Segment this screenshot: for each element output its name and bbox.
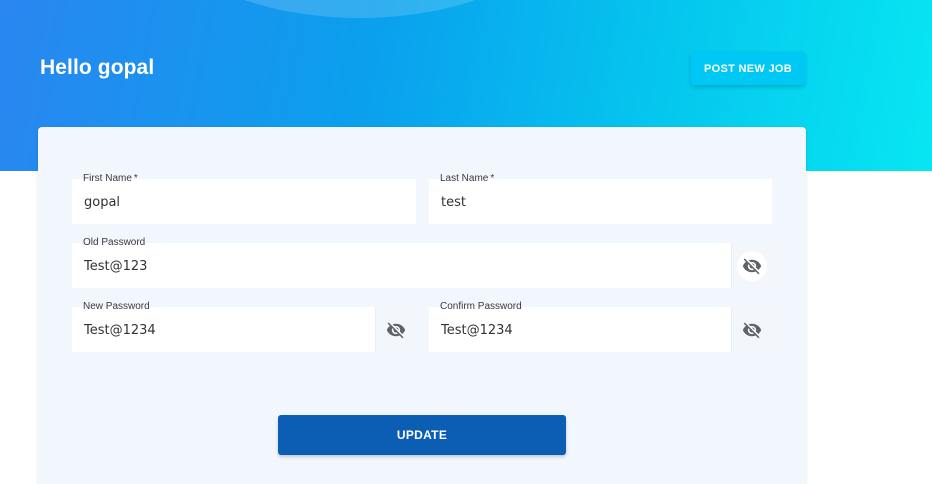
- old-password-field: Old Password: [72, 237, 772, 288]
- old-password-visibility-toggle[interactable]: [731, 243, 772, 288]
- first-name-input[interactable]: [84, 193, 368, 211]
- confirm-password-input[interactable]: [441, 321, 724, 339]
- update-button[interactable]: UPDATE: [278, 415, 566, 455]
- old-password-label: Old Password: [83, 237, 146, 248]
- last-name-label: Last Name *: [440, 173, 495, 184]
- first-name-label: First Name *: [83, 173, 138, 184]
- page-greeting: Hello gopal: [40, 56, 155, 79]
- confirm-password-label: Confirm Password: [440, 301, 522, 312]
- decorative-wave: [150, 0, 570, 18]
- last-name-input[interactable]: [441, 193, 724, 211]
- new-password-visibility-toggle[interactable]: [375, 307, 416, 352]
- eye-off-icon: [737, 250, 767, 281]
- eye-off-icon: [742, 320, 762, 340]
- new-password-label: New Password: [83, 301, 150, 312]
- new-password-field: New Password: [72, 301, 416, 352]
- first-name-field: First Name *: [72, 173, 416, 224]
- profile-page: Hello gopal POST NEW JOB First Name* Las…: [0, 0, 932, 484]
- eye-off-icon: [386, 320, 406, 340]
- confirm-password-visibility-toggle[interactable]: [731, 307, 772, 352]
- confirm-password-field: Confirm Password: [429, 301, 772, 352]
- profile-form-card: First Name* Last Name* Old Password New …: [38, 127, 806, 484]
- new-password-input[interactable]: [84, 321, 368, 339]
- post-new-job-button[interactable]: POST NEW JOB: [691, 52, 805, 85]
- old-password-input[interactable]: [84, 257, 724, 275]
- last-name-field: Last Name *: [429, 173, 772, 224]
